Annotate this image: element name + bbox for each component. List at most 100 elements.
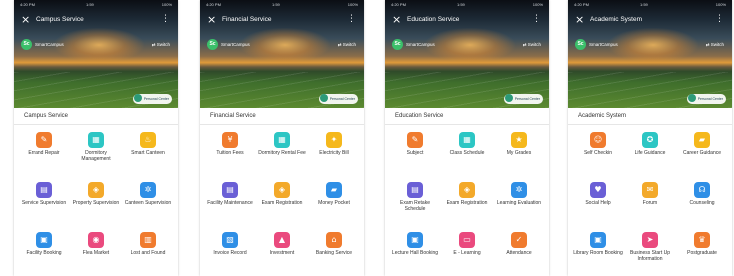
- section-divider: [14, 124, 178, 125]
- more-menu-icon[interactable]: ⋮: [161, 14, 170, 24]
- close-icon[interactable]: ×: [392, 14, 401, 26]
- tile-self-checkin[interactable]: ☺ Self Checkin: [572, 132, 624, 170]
- personal-center-button[interactable]: Personal Center: [132, 94, 172, 104]
- tile-counseling[interactable]: ☊ Counseling: [676, 182, 728, 220]
- close-icon[interactable]: ×: [207, 14, 216, 26]
- status-battery: 100%: [347, 2, 358, 7]
- section-divider: [385, 124, 549, 125]
- tile-exam-registration[interactable]: ◈ Exam Registration: [441, 182, 493, 220]
- status-clock: 1:59: [457, 2, 465, 7]
- service-panel: Academic System ☺ Self Checkin ✪ Life Guid…: [568, 108, 732, 276]
- tile-property-supervision[interactable]: ◈ Property Supervision: [70, 182, 122, 220]
- clipboard-icon: ▤: [36, 182, 52, 198]
- tile-forum[interactable]: ✉ Forum: [624, 182, 676, 220]
- tile-flea-market[interactable]: ◉ Flea Market: [70, 232, 122, 270]
- tile-social-help[interactable]: ♥ Social Help: [572, 182, 624, 220]
- tile-invoice-record[interactable]: ▧ Invoice Record: [204, 232, 256, 270]
- close-icon[interactable]: ×: [575, 14, 584, 26]
- tile-facility-maintenance[interactable]: ▤ Facility Maintenance: [204, 182, 256, 220]
- personal-center-label: Personal Center: [697, 97, 723, 101]
- page-title: Education Service: [407, 16, 460, 23]
- tile-career-guidance[interactable]: ▰ Career Guidance: [676, 132, 728, 170]
- campus-avatar: Sc: [575, 39, 586, 50]
- tile-attendance[interactable]: ✓ Attendance: [493, 232, 545, 270]
- switch-label: Switch: [527, 42, 541, 47]
- tile-errand-repair[interactable]: ✎ Errand Repair: [18, 132, 70, 170]
- tile-exam-registration[interactable]: ◈ Exam Registration: [256, 182, 308, 220]
- status-bar: 4:20 PM 1:59 100%: [200, 0, 364, 9]
- campus-name: SmartCampus: [406, 42, 435, 47]
- campus-avatar: Sc: [207, 39, 218, 50]
- more-menu-icon[interactable]: ⋮: [532, 14, 541, 24]
- tile-life-guidance[interactable]: ✪ Life Guidance: [624, 132, 676, 170]
- clipboard-icon: ▤: [407, 182, 423, 198]
- door-icon: ▣: [407, 232, 423, 248]
- personal-center-button[interactable]: Personal Center: [686, 94, 726, 104]
- tile-dormitory-rental-fee[interactable]: ▦ Dormitory Rental Fee: [256, 132, 308, 170]
- service-panel: Financial Service ¥ Tuition Fees ▦ Dormito…: [200, 108, 364, 276]
- tile-canteen-supervision[interactable]: ✲ Canteen Supervision: [122, 182, 174, 220]
- tile-label: Exam Registration: [446, 200, 488, 206]
- tile-label: Forum: [642, 200, 658, 206]
- tile-money-pocket[interactable]: ▰ Money Pocket: [308, 182, 360, 220]
- tile-class-schedule[interactable]: ▦ Class Schedule: [441, 132, 493, 170]
- tile-label: Class Schedule: [449, 150, 485, 156]
- wallet-icon: ▰: [326, 182, 342, 198]
- personal-center-button[interactable]: Personal Center: [503, 94, 543, 104]
- shield-icon: ◈: [274, 182, 290, 198]
- tile-label: Banking Service: [315, 250, 353, 256]
- tile-postgraduate[interactable]: ♛ Postgraduate: [676, 232, 728, 270]
- status-clock: 1:59: [640, 2, 648, 7]
- tile-service-supervision[interactable]: ▤ Service Supervision: [18, 182, 70, 220]
- phone-screen-financial-service: 4:20 PM 1:59 100% × Financial Service ⋮ …: [200, 0, 364, 276]
- tile-lecture-hall-booking[interactable]: ▣ Lecture Hall Booking: [389, 232, 441, 270]
- tile-library-room-booking[interactable]: ▣ Library Room Booking: [572, 232, 624, 270]
- switch-campus-button[interactable]: ⇄ Switch: [706, 42, 724, 48]
- tile-business-start-up[interactable]: ➤ Business Start Up Information: [624, 232, 676, 270]
- tile-subject[interactable]: ✎ Subject: [389, 132, 441, 170]
- status-battery: 100%: [161, 2, 172, 7]
- status-time: 4:20 PM: [574, 2, 589, 7]
- phone-screen-academic-system: 4:20 PM 1:59 100% × Academic System ⋮ Sc…: [568, 0, 732, 276]
- tile-exam-retake-schedule[interactable]: ▤ Exam Retake Schedule: [389, 182, 441, 220]
- tile-label: Dormitory Management: [81, 150, 111, 162]
- switch-label: Switch: [342, 42, 356, 47]
- compass-icon: ✪: [642, 132, 658, 148]
- tile-tuition-fees[interactable]: ¥ Tuition Fees: [204, 132, 256, 170]
- status-bar: 4:20 PM 1:59 100%: [14, 0, 178, 9]
- more-menu-icon[interactable]: ⋮: [715, 14, 724, 24]
- campus-avatar: Sc: [392, 39, 403, 50]
- service-panel: Campus Service ✎ Errand Repair ▦ Dormitory…: [14, 108, 178, 276]
- tile-label: Counseling: [689, 200, 715, 206]
- heart-icon: ♥: [590, 182, 606, 198]
- award-icon: ★: [511, 132, 527, 148]
- tile-e-learning[interactable]: ▭ E - Learning: [441, 232, 493, 270]
- tile-investment[interactable]: ▲ Investment: [256, 232, 308, 270]
- tile-label: Lecture Hall Booking: [391, 250, 439, 256]
- tile-electricity-bill[interactable]: ✦ Electricity Bill: [308, 132, 360, 170]
- tile-label: Social Help: [585, 200, 611, 206]
- tile-smart-canteen[interactable]: ♨ Smart Canteen: [122, 132, 174, 170]
- personal-center-label: Personal Center: [143, 97, 169, 101]
- tile-my-grades[interactable]: ★ My Grades: [493, 132, 545, 170]
- switch-campus-button[interactable]: ⇄ Switch: [523, 42, 541, 48]
- tile-label: E - Learning: [453, 250, 481, 256]
- switch-campus-button[interactable]: ⇄ Switch: [338, 42, 356, 48]
- tile-lost-and-found[interactable]: ▥ Lost and Found: [122, 232, 174, 270]
- tile-dormitory-management[interactable]: ▦ Dormitory Management: [70, 132, 122, 170]
- more-menu-icon[interactable]: ⋮: [347, 14, 356, 24]
- check-icon: ✓: [511, 232, 527, 248]
- clipboard-icon: ▤: [222, 182, 238, 198]
- tile-label: My Grades: [506, 150, 532, 156]
- close-icon[interactable]: ×: [21, 14, 30, 26]
- campus-name: SmartCampus: [35, 42, 64, 47]
- personal-center-button[interactable]: Personal Center: [318, 94, 358, 104]
- chat-icon: ✉: [642, 182, 658, 198]
- tile-label: Attendance: [506, 250, 532, 256]
- tile-facility-booking[interactable]: ▣ Facility Booking: [18, 232, 70, 270]
- tile-learning-evaluation[interactable]: ✲ Learning Evaluation: [493, 182, 545, 220]
- tile-label: Exam Retake Schedule: [399, 200, 430, 212]
- tile-banking-service[interactable]: ⌂ Banking Service: [308, 232, 360, 270]
- switch-campus-button[interactable]: ⇄ Switch: [152, 42, 170, 48]
- section-title: Campus Service: [24, 113, 69, 119]
